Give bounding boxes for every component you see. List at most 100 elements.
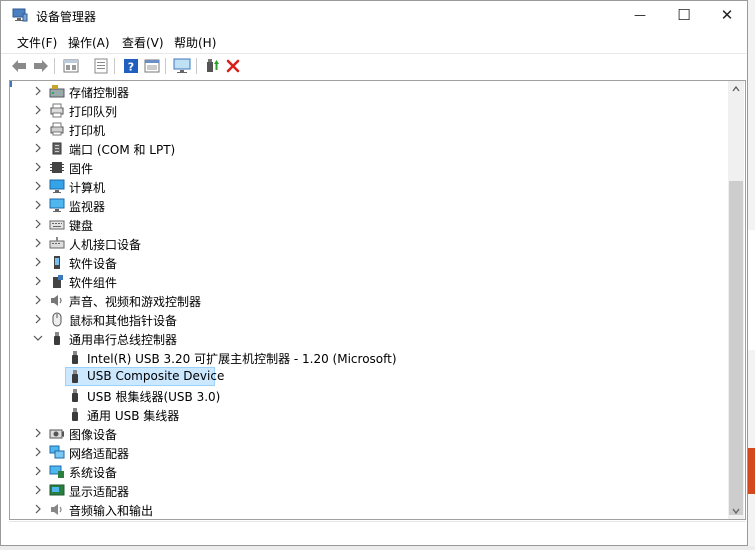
- menu-view[interactable]: 查看(V): [122, 34, 164, 51]
- chevron-right-icon[interactable]: [32, 502, 44, 516]
- driver-icon: [94, 58, 108, 74]
- chevron-right-icon[interactable]: [32, 217, 44, 231]
- chevron-right-icon[interactable]: [32, 236, 44, 250]
- mouse-icon: [49, 312, 65, 327]
- tree-item-label: 键盘: [69, 219, 94, 233]
- firmware-icon: [49, 160, 65, 175]
- tree-item-label: USB 根集线器(USB 3.0): [87, 390, 221, 404]
- tree-category-row[interactable]: 固件: [10, 158, 730, 177]
- chevron-right-icon[interactable]: [32, 274, 44, 288]
- tree-category-row[interactable]: 软件设备: [10, 253, 730, 272]
- chevron-right-icon[interactable]: [32, 255, 44, 269]
- uninstall-button[interactable]: [224, 57, 242, 75]
- chevron-right-icon[interactable]: [32, 483, 44, 497]
- computer-icon: [49, 179, 65, 194]
- chevron-right-icon[interactable]: [32, 312, 44, 326]
- tree-child-row[interactable]: 通用 USB 集线器: [10, 405, 730, 424]
- close-icon: ✕: [720, 6, 734, 24]
- back-icon: [12, 60, 26, 72]
- tree-category-row[interactable]: 系统设备: [10, 462, 730, 481]
- software-component-icon: [49, 274, 65, 289]
- title-bar[interactable]: 设备管理器 — ☐ ✕: [1, 1, 747, 29]
- chevron-down-icon: [732, 508, 740, 515]
- tree-category-row[interactable]: 存储控制器: [10, 82, 730, 101]
- chevron-right-icon[interactable]: [32, 84, 44, 98]
- hid-icon: [49, 236, 65, 251]
- tree-category-row[interactable]: 人机接口设备: [10, 234, 730, 253]
- menu-bar: 文件(F) 操作(A) 查看(V) 帮助(H): [1, 31, 747, 51]
- tree-category-row[interactable]: 打印队列: [10, 101, 730, 120]
- tree-category-row[interactable]: 显示适配器: [10, 481, 730, 500]
- tree-category-row[interactable]: 端口 (COM 和 LPT): [10, 139, 730, 158]
- scroll-up-button[interactable]: [728, 81, 744, 97]
- help-button[interactable]: ?: [122, 57, 140, 75]
- chevron-right-icon[interactable]: [32, 122, 44, 136]
- background-window-edge: [748, 0, 755, 550]
- close-button[interactable]: ✕: [704, 1, 750, 29]
- vertical-scrollbar[interactable]: [728, 81, 744, 519]
- tree-item-label: 鼠标和其他指针设备: [69, 314, 178, 328]
- chevron-right-icon[interactable]: [32, 293, 44, 307]
- chevron-right-icon[interactable]: [32, 445, 44, 459]
- tree-category-row[interactable]: 鼠标和其他指针设备: [10, 310, 730, 329]
- chevron-right-icon[interactable]: [32, 141, 44, 155]
- device-manager-window: 设备管理器 — ☐ ✕ 文件(F) 操作(A) 查看(V) 帮助(H) ? 存储…: [0, 0, 748, 546]
- tree-item-label: 通用 USB 集线器: [87, 409, 180, 423]
- chevron-down-icon[interactable]: [32, 331, 44, 345]
- forward-button[interactable]: [32, 57, 50, 75]
- menu-help[interactable]: 帮助(H): [174, 34, 216, 51]
- device-tree[interactable]: 存储控制器打印队列打印机 端口 (COM 和 LPT) 固件计算机 监视器键盘人机接口…: [9, 80, 746, 520]
- tree-item-label: 存储控制器: [69, 86, 130, 100]
- tree-category-row[interactable]: 计算机: [10, 177, 730, 196]
- view-button[interactable]: [143, 57, 161, 75]
- tree-item-label: 计算机: [69, 181, 106, 195]
- properties-icon: [63, 59, 79, 73]
- port-icon: [49, 141, 65, 156]
- camera-icon: [49, 426, 65, 441]
- tree-child-row[interactable]: USB Composite Device: [10, 367, 730, 386]
- menu-action[interactable]: 操作(A): [68, 34, 110, 51]
- scan-hardware-button[interactable]: [173, 57, 191, 75]
- chevron-right-icon[interactable]: [32, 426, 44, 440]
- tree-category-row[interactable]: 通用串行总线控制器: [10, 329, 730, 348]
- tree-item-label: 系统设备: [69, 466, 118, 480]
- back-button[interactable]: [10, 57, 28, 75]
- tree-category-row[interactable]: 图像设备: [10, 424, 730, 443]
- tree-item-label: 打印队列: [69, 105, 118, 119]
- update-driver-button[interactable]: [203, 57, 221, 75]
- tree-category-row[interactable]: 音频输入和输出: [10, 500, 730, 519]
- usb-icon: [67, 407, 83, 422]
- tree-category-row[interactable]: 监视器: [10, 196, 730, 215]
- help-icon: ?: [124, 59, 138, 74]
- tree-category-row[interactable]: 软件组件: [10, 272, 730, 291]
- tree-category-row[interactable]: 键盘: [10, 215, 730, 234]
- minimize-button[interactable]: —: [617, 1, 663, 29]
- tree-child-row[interactable]: USB 根集线器(USB 3.0): [10, 386, 730, 405]
- tree-child-row[interactable]: Intel(R) USB 3.20 可扩展主机控制器 - 1.20 (Micro…: [10, 348, 730, 367]
- tree-item-label: 人机接口设备: [69, 238, 142, 252]
- tree-category-row[interactable]: 网络适配器: [10, 443, 730, 462]
- monitor-icon: [173, 58, 191, 73]
- tree-category-row[interactable]: 打印机: [10, 120, 730, 139]
- toolbar: ?: [1, 53, 747, 78]
- tree-item-label: 软件设备: [69, 257, 118, 271]
- menu-file[interactable]: 文件(F): [17, 34, 57, 51]
- chevron-right-icon[interactable]: [32, 464, 44, 478]
- background-bottom-edge: [0, 546, 755, 550]
- tree-item-label: USB Composite Device: [87, 369, 225, 383]
- driver-button[interactable]: [92, 57, 110, 75]
- chevron-right-icon[interactable]: [32, 198, 44, 212]
- tree-item-label: 显示适配器: [69, 485, 130, 499]
- keyboard-icon: [49, 217, 65, 232]
- scrollbar-thumb[interactable]: [729, 181, 743, 515]
- chevron-right-icon[interactable]: [32, 160, 44, 174]
- properties-button[interactable]: [62, 57, 80, 75]
- tree-item-label: 打印机: [69, 124, 106, 138]
- tree-item-label: 软件组件: [69, 276, 118, 290]
- tree-category-row[interactable]: 声音、视频和游戏控制器: [10, 291, 730, 310]
- svg-text:?: ?: [128, 61, 134, 74]
- scroll-down-button[interactable]: [728, 503, 744, 519]
- chevron-right-icon[interactable]: [32, 103, 44, 117]
- chevron-right-icon[interactable]: [32, 179, 44, 193]
- maximize-button[interactable]: ☐: [661, 1, 707, 29]
